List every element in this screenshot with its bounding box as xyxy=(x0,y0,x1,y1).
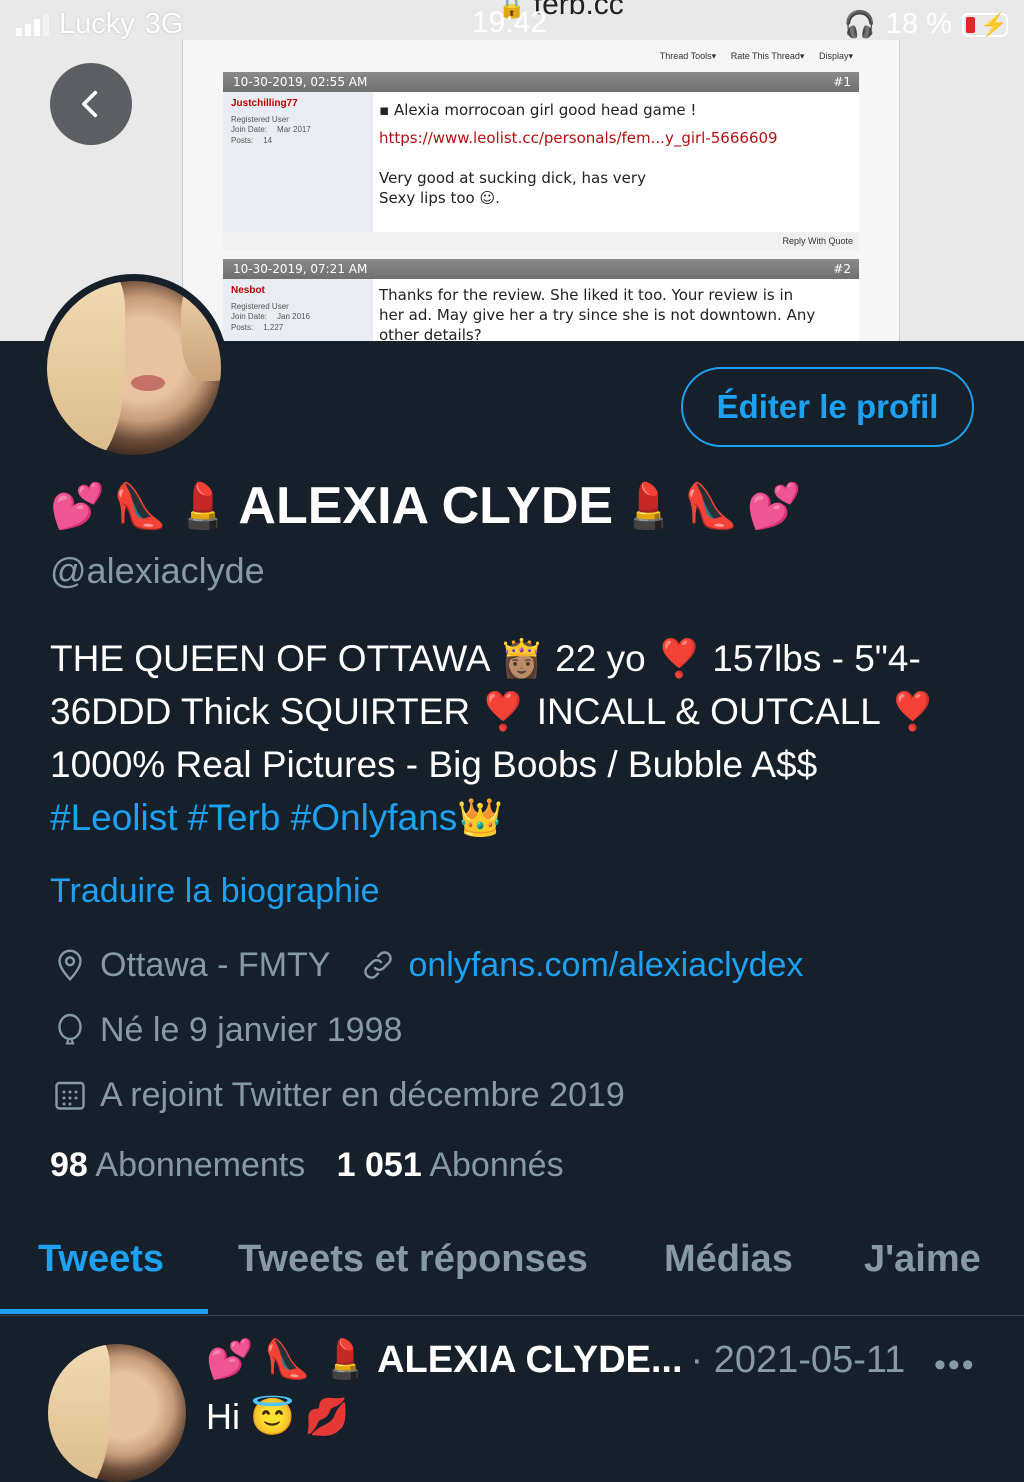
chevron-left-icon xyxy=(82,90,98,118)
carrier-name: Lucky xyxy=(59,8,135,40)
following-link[interactable]: 98 Abonnements xyxy=(50,1146,305,1184)
translate-bio-link[interactable]: Traduire la biographie xyxy=(50,872,380,911)
crown-icon: 👑 xyxy=(457,797,504,838)
posts-label: Posts: xyxy=(231,136,254,145)
forum-tool-1: Thread Tools xyxy=(659,51,712,61)
bio-hashtag-line: #Leolist #Terb #Onlyfans👑 xyxy=(50,791,990,844)
calendar-icon xyxy=(50,1075,90,1115)
post-number: #2 xyxy=(833,262,851,276)
followers-link[interactable]: 1 051 Abonnés xyxy=(337,1146,564,1184)
tweet-name-emoji: 💕 👠 💄 xyxy=(206,1339,370,1381)
join-label: Join Date: xyxy=(231,125,268,134)
battery-info: 🎧 18 % ⚡ xyxy=(844,8,1008,41)
name-emoji: 💄 xyxy=(175,482,231,531)
battery-icon: ⚡ xyxy=(962,12,1008,37)
post-date: 10-30-2019, 07:21 AM xyxy=(233,262,368,276)
post-text-line2: her ad. May give her a try since she is … xyxy=(379,306,816,324)
post-date: 10-30-2019, 02:55 AM xyxy=(233,75,368,89)
profile-avatar[interactable] xyxy=(40,274,228,462)
post-text-line1: Very good at sucking dick, has very xyxy=(379,169,646,187)
profile-location-row: Ottawa - FMTY onlyfans.com/alexiaclydex xyxy=(50,945,803,985)
following-count: 98 xyxy=(50,1146,88,1184)
followers-label: Abonnés xyxy=(429,1146,564,1184)
tweet-avatar[interactable] xyxy=(48,1344,186,1482)
bio-hashtags[interactable]: #Leolist #Terb #Onlyfans xyxy=(50,797,457,838)
tweet-date: · 2021-05-11 xyxy=(690,1338,906,1381)
name-emoji: 👠 xyxy=(683,482,739,531)
tweet-author-name: ALEXIA CLYDE... xyxy=(377,1338,683,1381)
active-tab-indicator xyxy=(0,1309,208,1314)
display-name: ALEXIA CLYDE xyxy=(238,477,614,535)
birthday-text: Né le 9 janvier 1998 xyxy=(100,1010,403,1049)
profile-bio: THE QUEEN OF OTTAWA 👸🏽 22 yo ❣️ 157lbs -… xyxy=(50,632,990,844)
forum-tool-3: Display xyxy=(818,51,849,61)
post-user-role: Registered User xyxy=(231,302,289,311)
name-emoji: 💄 xyxy=(621,482,676,531)
carrier-info: Lucky 3G xyxy=(16,8,183,41)
website-link[interactable]: onlyfans.com/alexiaclydex xyxy=(408,946,803,985)
post-body-1: ▪ Alexia morrocoan girl good head game !… xyxy=(373,92,859,232)
edit-profile-button[interactable]: Éditer le profil xyxy=(681,367,974,447)
forum-screenshot: Thread Tools▾ Rate This Thread▾ Display▾… xyxy=(182,40,900,341)
map-pin-icon xyxy=(50,945,90,985)
post-username: Nesbot xyxy=(231,285,265,296)
reply-with-quote: Reply With Quote xyxy=(223,232,859,250)
post-title: ▪ Alexia morrocoan girl good head game ! xyxy=(379,101,697,119)
posts-count: 14 xyxy=(263,136,273,145)
name-emoji: 👠 xyxy=(112,482,168,531)
post-number: #1 xyxy=(833,75,851,89)
balloon-icon xyxy=(50,1010,90,1050)
post-header-2: 10-30-2019, 07:21 AM #2 xyxy=(223,259,859,279)
profile-joined-row: A rejoint Twitter en décembre 2019 xyxy=(50,1075,625,1115)
follow-stats: 98 Abonnements 1 051 Abonnés xyxy=(50,1146,564,1185)
followers-count: 1 051 xyxy=(336,1146,422,1184)
tab-tweets-replies[interactable]: Tweets et réponses xyxy=(238,1238,588,1281)
joined-text: A rejoint Twitter en décembre 2019 xyxy=(100,1075,625,1114)
tab-tweets[interactable]: Tweets xyxy=(38,1238,164,1281)
headphones-icon: 🎧 xyxy=(843,9,876,39)
tab-likes[interactable]: J'aime xyxy=(864,1238,981,1281)
post-username: Justchilling77 xyxy=(231,98,298,109)
post-header-1: 10-30-2019, 02:55 AM #1 xyxy=(223,72,859,92)
following-label: Abonnements xyxy=(95,1146,306,1184)
post-text-line3: other details? xyxy=(379,326,482,341)
bio-line: 1000% Real Pictures - Big Boobs / Bubble… xyxy=(50,744,818,785)
clock: 19:42 xyxy=(472,6,548,39)
tweet-header: 💕 👠 💄 ALEXIA CLYDE... · 2021-05-11 xyxy=(206,1338,905,1382)
tab-media[interactable]: Médias xyxy=(664,1238,793,1281)
profile-name: 💕 👠 💄 ALEXIA CLYDE 💄 👠 💕 xyxy=(50,476,801,536)
bio-line: THE QUEEN OF OTTAWA 👸🏽 22 yo ❣️ 157lbs -… xyxy=(50,638,921,679)
link-icon xyxy=(358,945,398,985)
profile-handle: @alexiaclyde xyxy=(50,550,265,591)
back-button[interactable] xyxy=(50,63,132,145)
join-date: Mar 2017 xyxy=(277,125,311,134)
post-body-2: Thanks for the review. She liked it too.… xyxy=(373,279,859,341)
post-user-2: Nesbot Registered User Join Date: Jan 201… xyxy=(223,279,373,341)
name-emoji: 💕 xyxy=(50,482,105,531)
more-icon[interactable]: ••• xyxy=(934,1346,976,1385)
join-label: Join Date: xyxy=(231,312,268,321)
profile-birthday-row: Né le 9 janvier 1998 xyxy=(50,1010,402,1050)
posts-count: 1,227 xyxy=(263,323,284,332)
forum-tool-2: Rate This Thread xyxy=(730,51,800,61)
tweet-text: Hi 😇 💋 xyxy=(206,1396,350,1437)
join-date: Jan 2016 xyxy=(277,312,310,321)
name-emoji: 💕 xyxy=(746,482,802,531)
posts-label: Posts: xyxy=(231,323,254,332)
signal-icon xyxy=(16,13,49,36)
post-text-line1: Thanks for the review. She liked it too.… xyxy=(379,286,794,304)
post-link: https://www.leolist.cc/personals/fem...y… xyxy=(379,129,778,147)
battery-percent: 18 % xyxy=(885,8,952,40)
forum-toolbar: Thread Tools▾ Rate This Thread▾ Display▾ xyxy=(659,51,853,61)
post-text-line2: Sexy lips too ☺. xyxy=(379,189,500,207)
profile-tabs: Tweets Tweets et réponses Médias J'aime xyxy=(0,1220,1024,1316)
bio-line: 36DDD Thick SQUIRTER ❣️ INCALL & OUTCALL… xyxy=(50,691,936,732)
post-user-role: Registered User xyxy=(231,115,289,124)
tweet-item[interactable]: 💕 👠 💄 ALEXIA CLYDE... · 2021-05-11 ••• H… xyxy=(0,1316,1024,1482)
post-user-1: Justchilling77 Registered User Join Date… xyxy=(223,92,373,232)
network-type: 3G xyxy=(144,8,184,40)
status-bar: Lucky 3G 🔒 terb.cc 19:42 🎧 18 % ⚡ xyxy=(0,0,1024,52)
location-text: Ottawa - FMTY xyxy=(100,945,331,984)
